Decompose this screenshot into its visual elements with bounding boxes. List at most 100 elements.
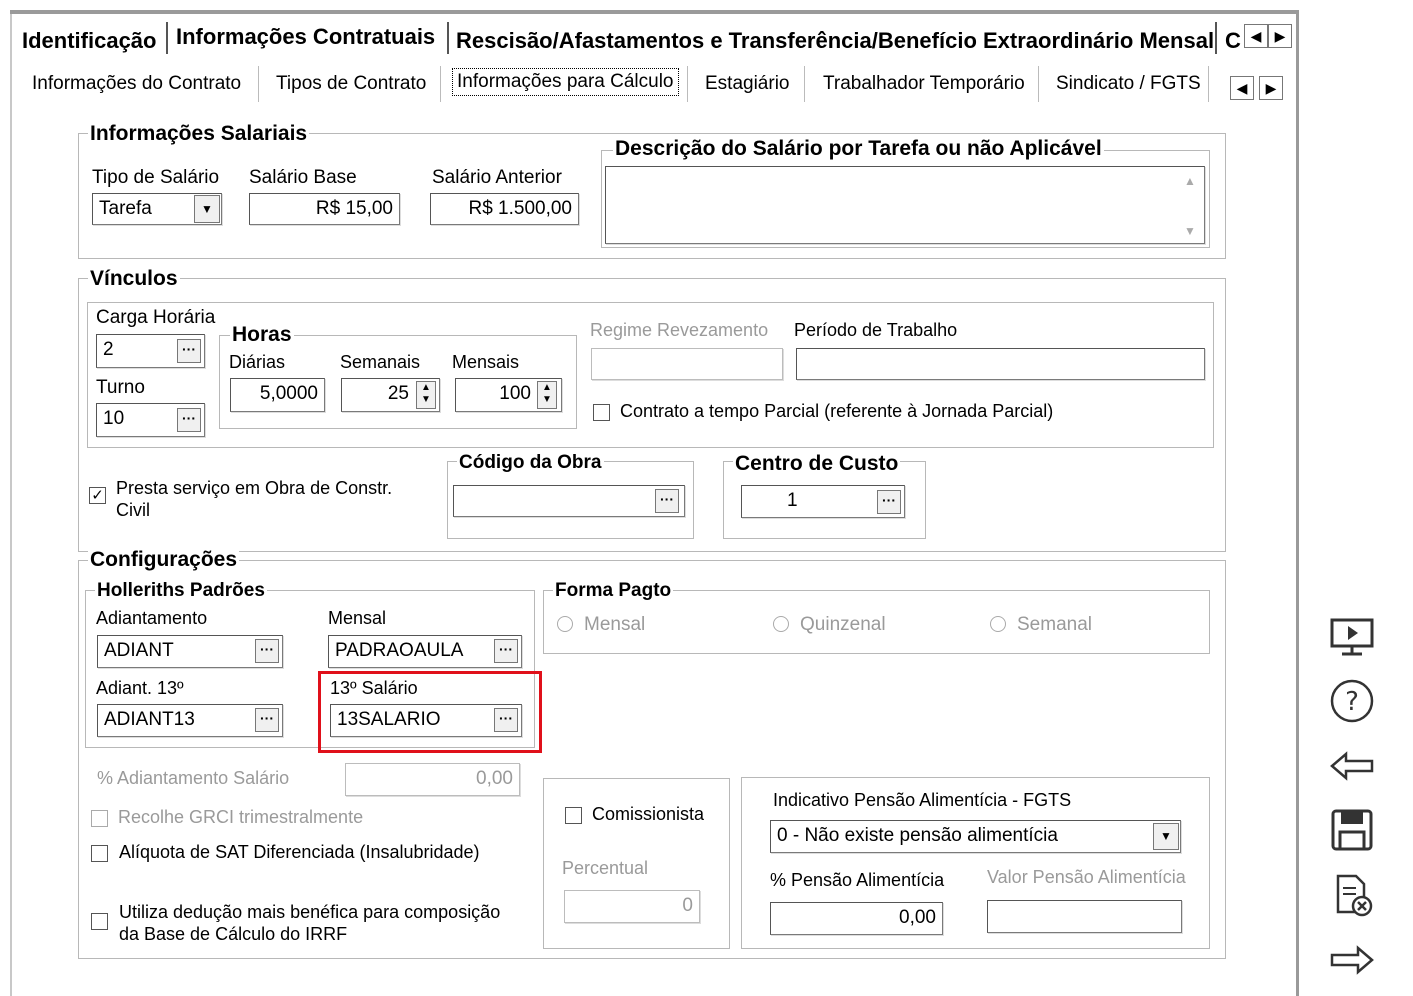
svg-text:?: ? — [1345, 687, 1359, 717]
diarias-input[interactable]: 5,0000 — [230, 378, 325, 412]
window-left-border — [10, 14, 12, 996]
subtab-informacoes-calculo[interactable]: Informações para Cálculo — [452, 68, 679, 96]
obra-civil-checkbox[interactable]: ✓ — [89, 487, 106, 504]
pensao-indicativo-select[interactable]: 0 - Não existe pensão alimentícia — [770, 820, 1181, 853]
grci-checkbox — [91, 810, 108, 827]
mensal-lookup-button[interactable]: ··· — [494, 639, 518, 663]
tab-scroll-right-icon[interactable]: ▶ — [1268, 24, 1292, 48]
irrf-checkbox[interactable] — [91, 913, 108, 930]
radio-quinzenal — [773, 616, 789, 632]
chevron-down-icon[interactable]: ▼ — [194, 195, 220, 223]
obra-civil-label: Presta serviço em Obra de Constr. Civil — [116, 478, 393, 520]
help-icon[interactable]: ? — [1328, 677, 1376, 725]
mensais-spinner-icon[interactable]: ▲ ▼ — [537, 381, 557, 409]
adiant13-lookup-button[interactable]: ··· — [255, 708, 279, 732]
radio-semanal — [990, 616, 1006, 632]
radio-mensal-label: Mensal — [584, 614, 646, 635]
turno-label: Turno — [96, 377, 145, 398]
horas-title: Horas — [230, 323, 294, 347]
contrato-parcial-checkbox[interactable] — [593, 404, 610, 421]
group-title: Informações Salariais — [88, 122, 310, 146]
centro-custo-lookup-button[interactable]: ··· — [877, 490, 901, 514]
cancel-document-icon[interactable] — [1328, 872, 1376, 920]
holleriths-title: Holleriths Padrões — [95, 580, 267, 602]
salario-anterior-label: Salário Anterior — [432, 167, 562, 188]
subtab-separator — [687, 66, 688, 102]
percentual-label: Percentual — [562, 858, 649, 878]
back-arrow-icon[interactable] — [1328, 742, 1376, 790]
forward-arrow-icon[interactable] — [1328, 936, 1376, 984]
diarias-label: Diárias — [229, 352, 286, 372]
group-title: Configurações — [88, 548, 240, 572]
subtab-trabalhador-temporario[interactable]: Trabalhador Temporário — [823, 73, 1025, 95]
tipo-salario-value: Tarefa — [99, 198, 152, 219]
radio-quinzenal-label: Quinzenal — [800, 614, 886, 635]
salario-base-input[interactable]: R$ 15,00 — [249, 193, 400, 225]
tab-scroll-left-icon[interactable]: ◀ — [1244, 24, 1268, 48]
subtab-separator — [804, 66, 805, 102]
scroll-up-icon[interactable]: ▲ — [1184, 174, 1196, 188]
save-icon[interactable] — [1328, 806, 1376, 854]
pensao-pct-input[interactable]: 0,00 — [770, 902, 943, 935]
pensao-valor-label: Valor Pensão Alimentícia — [987, 867, 1186, 887]
sal13-lookup-button[interactable]: ··· — [494, 708, 518, 732]
presentation-icon[interactable] — [1328, 612, 1376, 660]
periodo-trabalho-input[interactable] — [796, 348, 1205, 380]
contrato-parcial-label: Contrato a tempo Parcial (referente à Jo… — [620, 401, 1054, 421]
periodo-trabalho-label: Período de Trabalho — [794, 320, 958, 340]
adiantamento-lookup-button[interactable]: ··· — [255, 639, 279, 663]
window-top-border — [10, 10, 1298, 14]
descricao-textarea[interactable] — [605, 166, 1205, 244]
subtab-separator — [1038, 66, 1039, 102]
window-right-border — [1296, 10, 1299, 996]
carga-horaria-label: Carga Horária — [96, 307, 216, 328]
codigo-obra-lookup-button[interactable]: ··· — [655, 489, 679, 513]
semanais-spinner-icon[interactable]: ▲ ▼ — [416, 381, 436, 409]
regime-revezamento-input — [591, 348, 783, 380]
adiant13-label: Adiant. 13º — [96, 678, 184, 698]
comissionista-checkbox[interactable] — [565, 807, 582, 824]
subtab-separator — [258, 66, 259, 102]
tab-separator — [1215, 22, 1217, 54]
descricao-title: Descrição do Salário por Tarefa ou não A… — [613, 137, 1104, 161]
tipo-salario-label: Tipo de Salário — [92, 167, 220, 188]
percentual-input: 0 — [564, 890, 700, 923]
subtab-sindicato-fgts[interactable]: Sindicato / FGTS — [1056, 73, 1201, 95]
pensao-pct-label: % Pensão Alimentícia — [770, 870, 945, 890]
codigo-obra-title: Código da Obra — [457, 452, 604, 474]
codigo-obra-input[interactable] — [453, 485, 685, 517]
irrf-label: Utiliza dedução mais benéfica para compo… — [119, 902, 501, 944]
pensao-indicativo-value: 0 - Não existe pensão alimentícia — [777, 825, 1058, 846]
salario-base-label: Salário Base — [249, 167, 357, 188]
radio-mensal — [557, 616, 573, 632]
tab-identificacao[interactable]: Identificação — [22, 28, 156, 54]
carga-horaria-lookup-button[interactable]: ··· — [177, 339, 201, 363]
subtab-tipos-contrato[interactable]: Tipos de Contrato — [276, 73, 426, 95]
tab-informacoes-contratuais[interactable]: Informações Contratuais — [176, 24, 435, 50]
group-title: Vínculos — [88, 267, 180, 291]
scroll-down-icon[interactable]: ▼ — [1184, 224, 1196, 238]
subtab-informacoes-contrato[interactable]: Informações do Contrato — [32, 73, 241, 95]
semanais-label: Semanais — [340, 352, 421, 372]
salario-anterior-input[interactable]: R$ 1.500,00 — [430, 193, 579, 225]
turno-lookup-button[interactable]: ··· — [177, 408, 201, 432]
mensal-input[interactable]: PADRAOAULA — [328, 635, 522, 668]
tab-c[interactable]: C — [1225, 28, 1241, 54]
subtab-estagiario[interactable]: Estagiário — [705, 73, 790, 95]
adiantamento-label: Adiantamento — [96, 608, 208, 628]
mensais-label: Mensais — [452, 352, 520, 372]
sat-label: Alíquota de SAT Diferenciada (Insalubrid… — [119, 842, 480, 862]
tab-separator — [166, 22, 168, 54]
sat-checkbox[interactable] — [91, 845, 108, 862]
regime-revezamento-label: Regime Revezamento — [590, 320, 769, 340]
comissionista-label: Comissionista — [592, 804, 705, 824]
centro-custo-title: Centro de Custo — [733, 452, 901, 476]
subtab-scroll-right-icon[interactable]: ▶ — [1259, 76, 1283, 100]
chevron-down-icon[interactable]: ▼ — [1153, 823, 1179, 850]
subtab-scroll-left-icon[interactable]: ◀ — [1230, 76, 1254, 100]
pensao-valor-input[interactable] — [987, 900, 1182, 933]
subtab-separator — [440, 66, 441, 102]
tab-rescisao[interactable]: Rescisão/Afastamentos e Transferência/Be… — [456, 28, 1214, 54]
sal13-label: 13º Salário — [330, 678, 418, 698]
subtab-separator — [1208, 66, 1209, 102]
